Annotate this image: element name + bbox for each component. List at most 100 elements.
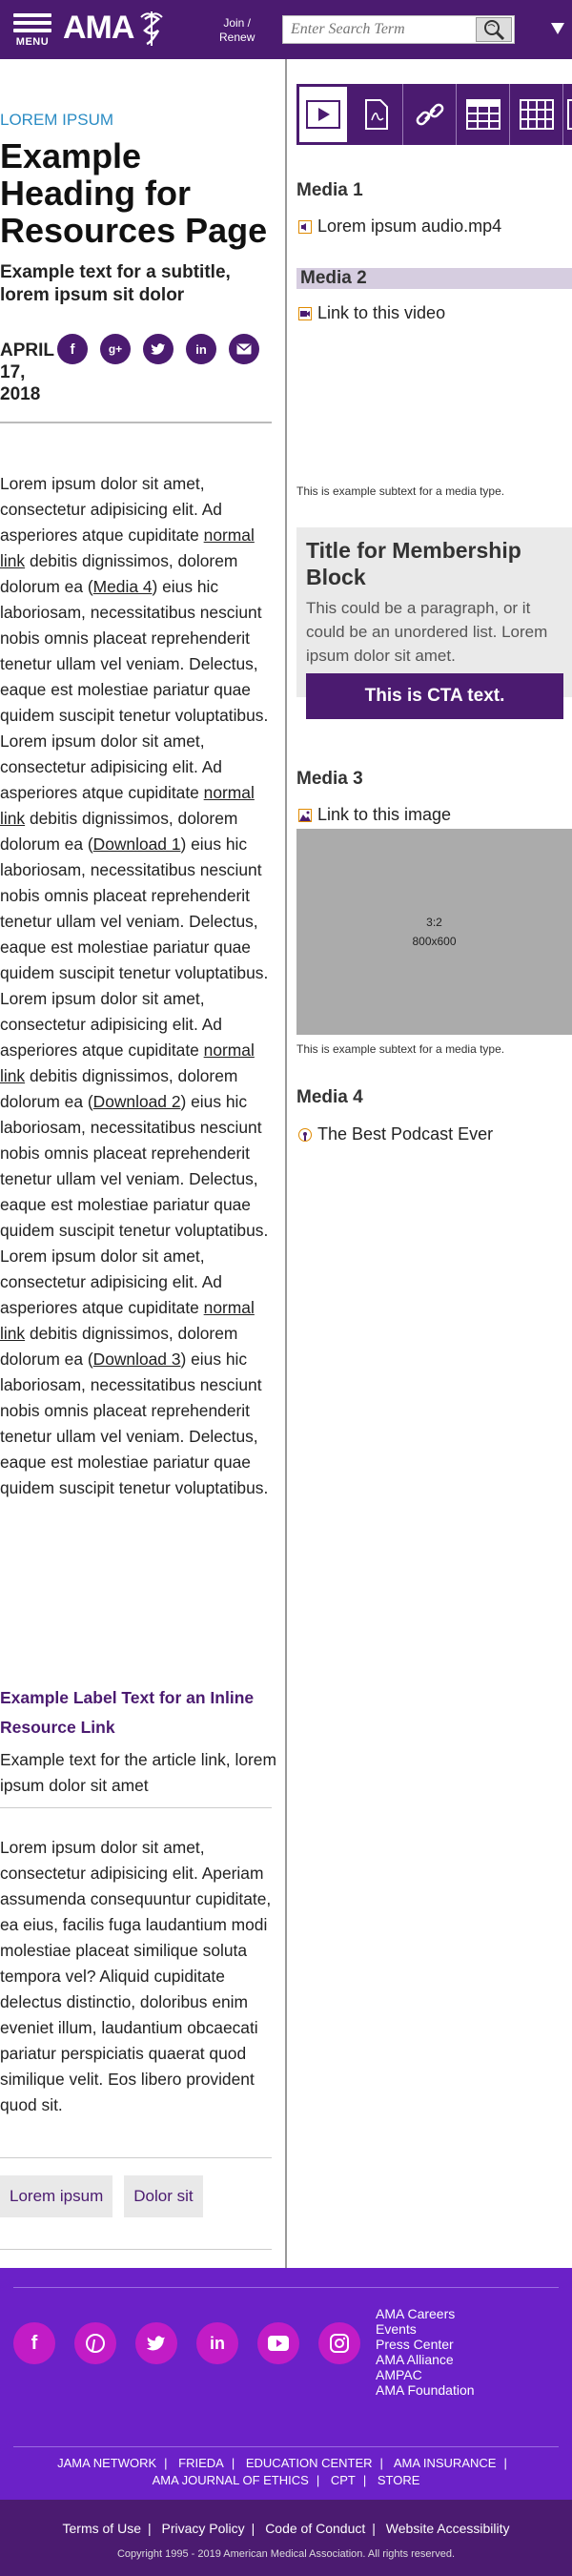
article-body-2: Lorem ipsum dolor sit amet, consectetur … [0,1838,272,2114]
footer-social: f in [13,2322,360,2364]
download2-link[interactable]: Download 2 [93,1092,181,1111]
facebook-icon[interactable]: f [57,334,88,364]
inline-resource-text: Example text for the article link, lorem… [0,1750,276,1795]
footer-link[interactable]: Events [376,2321,475,2337]
join-renew-link[interactable]: Join / Renew [219,16,255,45]
share-bar: f g+ in [57,334,259,364]
ama-logo[interactable]: AMA [63,10,163,47]
tab-grid[interactable] [510,84,563,145]
image-placeholder[interactable]: 3:2 800x600 [296,829,572,1035]
network-link[interactable]: EDUCATION CENTER [246,2456,373,2470]
network-link[interactable]: JAMA NETWORK [57,2456,156,2470]
article-body: Lorem ipsum dolor sit amet, consectetur … [0,471,275,1501]
divider [0,1807,272,1808]
image-icon [298,808,312,822]
separator: | [379,2456,383,2470]
article-kicker[interactable]: LOREM IPSUM [0,111,113,130]
tab-link[interactable] [403,84,457,145]
audio-icon [298,219,312,234]
twitter-icon[interactable] [143,334,174,364]
legal-link[interactable]: Code of Conduct [265,2521,365,2536]
network-link[interactable]: CPT [331,2473,356,2487]
email-icon[interactable] [229,334,259,364]
separator: | [164,2456,168,2470]
tag-item[interactable]: Lorem ipsum [0,2175,113,2217]
network-link[interactable]: AMA INSURANCE [394,2456,497,2470]
pinterest-icon[interactable] [74,2322,116,2364]
media2-link-label: Link to this video [317,303,446,322]
column-divider [285,59,287,2268]
footer-link[interactable]: Press Center [376,2337,475,2352]
body-text: ) eius hic laboriosam, necessitatibus ne… [0,577,269,802]
divider [0,2249,272,2250]
grid-icon [519,99,554,130]
media1-link[interactable]: Lorem ipsum audio.mp4 [298,216,501,237]
caduceus-logo-icon [140,11,163,46]
membership-title: Title for Membership Block [306,538,521,589]
search-box [282,15,515,44]
instagram-icon[interactable] [318,2322,360,2364]
media1-heading: Media 1 [296,180,363,200]
network-link[interactable]: STORE [378,2473,420,2487]
network-link[interactable]: AMA JOURNAL OF ETHICS [153,2473,309,2487]
hamburger-icon [13,13,51,17]
tab-table[interactable] [457,84,510,145]
legal-link[interactable]: Privacy Policy [162,2521,245,2536]
network-link[interactable]: FRIEDA [178,2456,224,2470]
chevron-down-icon[interactable] [551,23,564,34]
legal-link[interactable]: Website Accessibility [386,2521,510,2536]
join-line2: Renew [219,31,255,44]
separator: | [147,2521,152,2536]
menu-button[interactable]: MENU [13,10,51,48]
search-button[interactable] [476,17,512,42]
tag-item[interactable]: Dolor sit [124,2175,203,2217]
podcast-icon [298,1127,312,1142]
footer-divider [13,2287,559,2288]
body-text: ) eius hic laboriosam, necessitatibus ne… [0,1092,269,1317]
play-icon [306,100,340,129]
tab-play[interactable] [296,84,350,145]
media3-link-label: Link to this image [317,805,452,824]
link-icon [416,103,443,126]
media4-link[interactable]: The Best Podcast Ever [298,1124,493,1144]
youtube-icon[interactable] [257,2322,299,2364]
facebook-icon[interactable]: f [13,2322,55,2364]
page-title: Example Heading for Resources Page [0,136,268,250]
search-icon [484,20,505,41]
twitter-icon[interactable] [135,2322,177,2364]
legal-link[interactable]: Terms of Use [63,2521,141,2536]
divider [0,2157,272,2158]
separator: | [251,2521,255,2536]
legal-links: Terms of Use | Privacy Policy | Code of Co… [0,2521,572,2536]
footer-network-bar: JAMA NETWORK | FRIEDA | EDUCATION CENTER | … [0,2455,572,2489]
google-plus-icon[interactable]: g+ [100,334,131,364]
separator: | [372,2521,376,2536]
footer-link[interactable]: AMA Foundation [376,2382,475,2398]
media1-link-label: Lorem ipsum audio.mp4 [317,216,502,236]
divider [0,422,272,423]
hamburger-bar [13,21,51,25]
media2-heading: Media 2 [296,268,572,289]
media2-link[interactable]: Link to this video [298,303,445,323]
footer-link[interactable]: AMA Careers [376,2306,475,2321]
footer-link[interactable]: AMPAC [376,2367,475,2382]
download1-link[interactable]: Download 1 [93,835,181,854]
download3-link[interactable]: Download 3 [93,1350,181,1369]
body-text: Lorem ipsum dolor sit amet, consectetur … [0,474,222,545]
media4-heading: Media 4 [296,1087,363,1107]
tab-more[interactable] [563,84,572,145]
linkedin-icon[interactable]: in [186,334,216,364]
hamburger-bar [13,29,51,32]
tab-pdf[interactable] [350,84,403,145]
search-input[interactable] [283,16,474,43]
inline-resource-link[interactable]: Example Label Text for an Inline Resourc… [0,1683,276,1742]
separator: | [316,2473,320,2487]
video-icon [298,306,312,320]
cta-button[interactable]: This is CTA text. [306,673,563,719]
linkedin-icon[interactable]: in [196,2322,238,2364]
media3-link[interactable]: Link to this image [298,805,451,825]
separator: | [231,2456,235,2470]
media3-subtext: This is example subtext for a media type… [296,1042,505,1056]
media4-link[interactable]: Media 4 [93,577,153,596]
footer-link[interactable]: AMA Alliance [376,2352,475,2367]
